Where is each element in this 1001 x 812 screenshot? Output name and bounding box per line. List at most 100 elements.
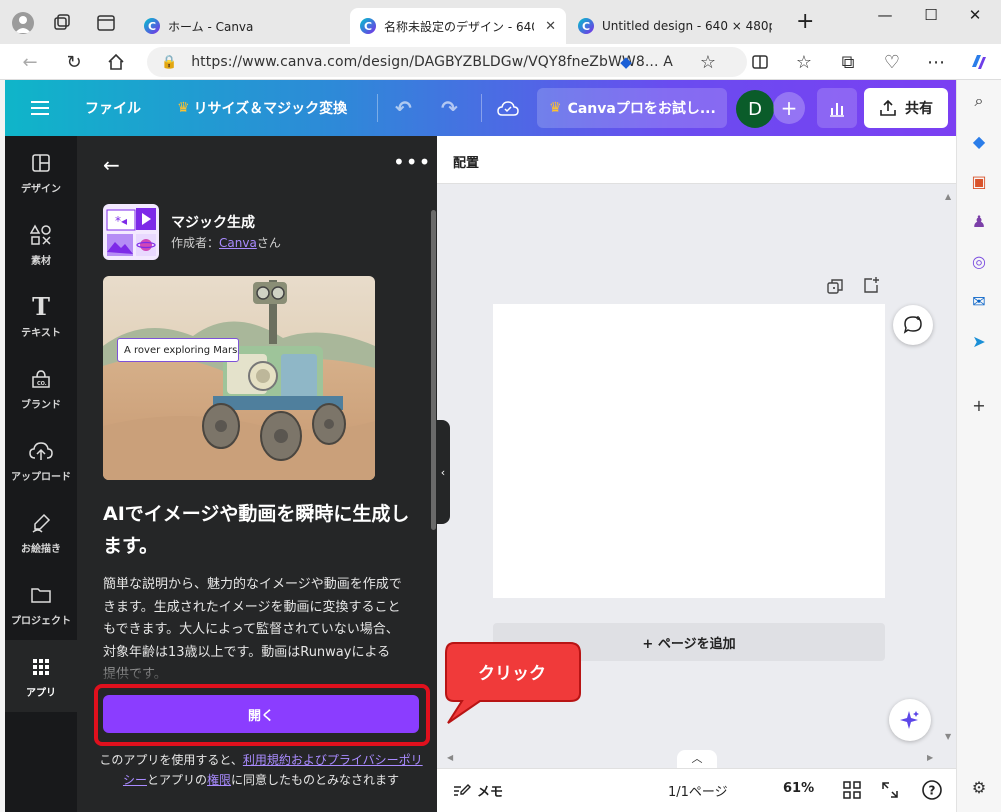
apps-icon [28,654,54,680]
rail-item-design[interactable]: デザイン [5,136,77,208]
zoom-level[interactable]: 61% [783,781,814,796]
scroll-down-icon[interactable]: ▼ [945,732,951,741]
terms-mid: とアプリの [146,773,207,787]
games-icon[interactable]: ♟ [968,210,990,232]
rail-item-elements[interactable]: 素材 [5,208,77,280]
workspaces-icon[interactable] [52,13,72,33]
redo-icon[interactable]: ↷ [441,80,458,136]
callout-text: クリック [478,663,546,684]
undo-icon[interactable]: ↶ [395,80,412,136]
close-tab-icon[interactable]: ✕ [537,19,556,34]
comment-icon [903,316,922,334]
rail-item-apps[interactable]: アプリ [5,640,77,712]
hscroll-left-icon[interactable]: ◀ [447,753,453,762]
share-button[interactable]: 共有 [864,88,948,128]
tab-untitled-design-active[interactable]: C 名称未設定のデザイン - 640 × 480px ✕ [350,8,566,44]
try-canva-pro-button[interactable]: ♛ Canvaプロをお試し... [537,88,727,128]
sidebar-settings-icon[interactable]: ⚙ [968,776,990,798]
tab-actions-icon[interactable] [96,13,116,33]
share-label: 共有 [905,101,933,117]
favorites-icon[interactable]: ☆ [792,50,816,74]
canvas-scrollbar[interactable]: ▲ ▼ [940,184,956,768]
grid-view-icon[interactable] [843,781,861,799]
outlook-icon[interactable]: ✉ [968,290,990,312]
minimize-icon[interactable]: — [862,6,908,24]
resize-magic-switch-button[interactable]: ♛ リサイズ＆マジック変換 [177,80,347,136]
magic-assistant-button[interactable] [889,699,931,741]
send-icon[interactable]: ➤ [968,330,990,352]
add-page-icon[interactable] [862,276,880,294]
home-icon[interactable] [104,50,128,74]
tools-icon[interactable]: ▣ [968,170,990,192]
svg-text:*◂: *◂ [115,214,127,228]
rail-item-projects[interactable]: プロジェクト [5,568,77,640]
split-screen-icon[interactable] [748,50,772,74]
text-icon: T [32,292,50,321]
new-tab-button[interactable]: + [796,9,814,34]
office-icon[interactable]: ◎ [968,250,990,272]
resize-label: リサイズ＆マジック変換 [193,101,348,117]
settings-more-icon[interactable]: ⋯ [924,50,948,74]
file-menu-button[interactable]: ファイル [85,80,141,136]
more-options-icon[interactable]: ••• [393,150,431,174]
arrange-button[interactable]: 配置 [453,152,479,171]
scroll-up-icon[interactable]: ▲ [945,192,951,201]
canva-favicon-icon: C [144,18,160,34]
rail-item-draw[interactable]: お絵描き [5,496,77,568]
terms-prefix: このアプリを使用すると、 [99,753,243,767]
design-canvas[interactable] [493,304,885,598]
header-divider [481,94,482,122]
search-icon[interactable]: ⌕ [968,90,990,112]
back-icon[interactable]: ← [18,50,42,74]
user-avatar[interactable]: D [736,90,774,128]
copilot-icon[interactable] [966,50,990,74]
lock-icon: 🔒 [161,54,178,70]
click-callout: クリック [444,641,584,725]
rail-label: プロジェクト [11,615,71,627]
rail-label: 素材 [31,255,51,267]
tab-home-canva[interactable]: C ホーム - Canva [134,8,346,44]
invite-plus-button[interactable]: + [773,92,805,124]
rail-label: テキスト [21,327,61,339]
maximize-icon[interactable]: ☐ [908,6,954,24]
notes-button[interactable]: メモ [453,781,503,800]
collapse-panel-handle[interactable]: ‹ [436,420,450,524]
duplicate-page-icon[interactable] [826,278,844,296]
rail-item-text[interactable]: T テキスト [5,280,77,352]
show-pages-chevron-icon[interactable]: ︿ [677,750,717,768]
app-preview-image: A rover exploring Mars [103,276,375,480]
svg-text:?: ? [929,784,936,798]
close-window-icon[interactable]: ✕ [952,6,998,24]
tag-icon[interactable]: ◆ [614,50,638,74]
cloud-saved-icon[interactable] [497,80,519,136]
page-indicator[interactable]: 1/1ページ [668,781,728,800]
rail-label: アプリ [26,687,56,699]
favorite-star-icon[interactable]: ☆ [696,50,720,74]
shopping-tag-icon[interactable]: ◆ [968,130,990,152]
insights-chart-button[interactable] [817,88,857,128]
hamburger-menu-icon[interactable] [31,80,49,136]
try-pro-label: Canvaプロをお試し... [567,101,716,117]
rail-label: アップロード [11,471,71,483]
hscroll-right-icon[interactable]: ▶ [927,753,933,762]
crown-icon: ♛ [549,100,562,116]
fullscreen-icon[interactable] [881,781,899,799]
collections-icon[interactable]: ⧉ [836,50,860,74]
read-aloud-icon[interactable]: A [656,50,680,74]
terms-notice: このアプリを使用すると、利用規約およびプライバシーポリシーとアプリの権限に同意し… [97,750,425,790]
back-arrow-icon[interactable]: ← [103,153,120,177]
tab-title: 名称未設定のデザイン - 640 × 480px [384,19,534,34]
rail-item-upload[interactable]: アップロード [5,424,77,496]
comment-add-button[interactable] [893,305,933,345]
help-icon[interactable]: ? [921,779,943,801]
rail-item-brand[interactable]: CO. ブランド [5,352,77,424]
profile-avatar-icon[interactable] [12,12,34,34]
author-suffix: さん [256,236,281,250]
author-link[interactable]: Canva [219,236,257,250]
refresh-icon[interactable]: ↻ [62,50,86,74]
header-divider [377,94,378,122]
browser-essentials-icon[interactable]: ♡ [880,50,904,74]
add-sidebar-app-icon[interactable]: + [968,394,990,416]
permissions-link[interactable]: 権限 [207,773,231,787]
tab-untitled-design[interactable]: C Untitled design - 640 × 480px [568,8,784,44]
